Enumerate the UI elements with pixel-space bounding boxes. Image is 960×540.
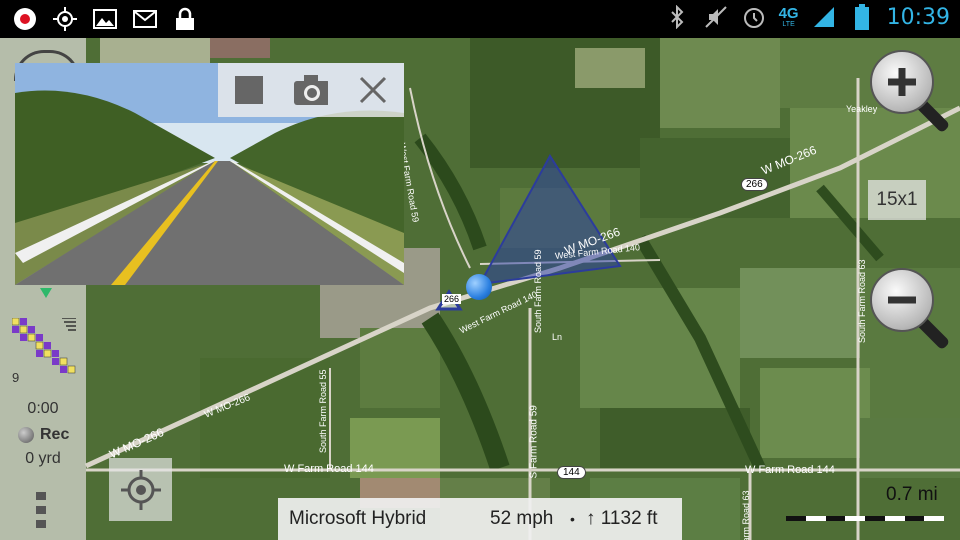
camera-icon[interactable] <box>294 73 328 107</box>
close-icon[interactable] <box>356 73 390 107</box>
current-location-marker <box>466 274 492 300</box>
route-shield: 266 <box>442 294 462 304</box>
alarm-icon <box>741 4 767 30</box>
stop-icon[interactable] <box>232 73 266 107</box>
camera-controls <box>218 63 404 117</box>
minus-icon <box>888 296 916 304</box>
lock-icon <box>172 6 198 32</box>
zoom-in-button[interactable] <box>870 50 934 114</box>
network-4g-icon: 4G LTE <box>778 4 799 28</box>
road-label: South Farm Road 63 <box>857 259 867 343</box>
record-icon <box>12 6 38 32</box>
map-source-label[interactable]: Microsoft Hybrid <box>289 508 426 530</box>
battery-icon <box>849 4 875 30</box>
speed-readout: 52 mph <box>490 508 554 529</box>
plus-icon <box>888 68 916 96</box>
scale-bar <box>786 516 944 521</box>
status-bar: 4G LTE 10:39 <box>0 0 960 38</box>
info-bar: Microsoft Hybrid 52 mph • ↑ 1132 ft <box>278 498 682 540</box>
gmail-icon <box>132 6 158 32</box>
road-label: Farm Road 63 <box>741 490 751 540</box>
overflow-menu-icon[interactable] <box>36 492 46 528</box>
bluetooth-icon <box>665 4 691 30</box>
gps-icon <box>52 6 78 32</box>
signal-icon <box>811 4 837 30</box>
my-location-button[interactable] <box>109 458 172 521</box>
zoom-out-button[interactable] <box>870 268 934 332</box>
triangle-marker-icon <box>40 288 52 298</box>
route-shield: 266 <box>741 178 768 191</box>
record-dot-icon <box>18 427 34 443</box>
separator: • <box>570 511 575 527</box>
crosshair-icon <box>120 469 161 510</box>
place-label: Yeakley <box>846 104 878 114</box>
mute-icon <box>703 4 729 30</box>
network-label: 4G <box>778 4 799 22</box>
elapsed-time: 0:00 <box>27 400 59 417</box>
road-label: South Farm Road 55 <box>318 369 328 453</box>
record-label: Rec <box>40 426 70 443</box>
clock: 10:39 <box>886 4 950 30</box>
road-label: W Farm Road 144 <box>284 463 374 475</box>
gallery-icon <box>92 6 118 32</box>
road-label: Ln <box>552 332 563 342</box>
network-sub: LTE <box>782 20 795 28</box>
record-button[interactable]: Rec <box>18 426 69 444</box>
road-label: S Farm Road 59 <box>528 405 540 479</box>
track-distance: 0 yrd <box>25 450 61 467</box>
satellite-count: 9 <box>12 370 20 385</box>
scale-label: 0.7 mi <box>886 484 938 505</box>
system-icons: 4G LTE 10:39 <box>665 4 950 30</box>
route-shield: 144 <box>557 466 586 479</box>
notification-icons <box>12 6 198 32</box>
road-label: W Farm Road 144 <box>745 464 835 476</box>
satellite-grid-icon <box>12 318 76 374</box>
altitude-readout: ↑ 1132 ft <box>586 508 658 529</box>
zoom-level-indicator: 15x1 <box>868 180 926 220</box>
road-label: South Farm Road 59 <box>533 249 543 333</box>
